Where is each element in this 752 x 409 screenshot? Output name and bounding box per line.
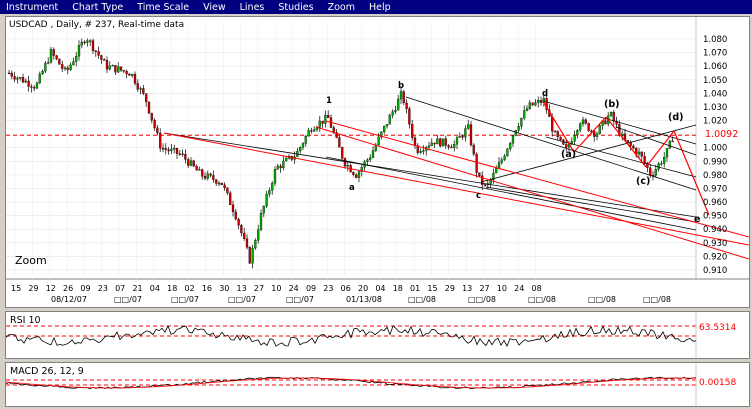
x-day-tick-label: 12 bbox=[46, 284, 56, 293]
x-month-tick-label: □□/08 bbox=[643, 295, 671, 304]
x-day-tick-label: 04 bbox=[375, 284, 385, 293]
x-month-tick-label: □□/08 bbox=[528, 295, 556, 304]
rsi-label: RSI 10 bbox=[10, 315, 41, 326]
rsi-value: 63.5314 bbox=[699, 323, 736, 333]
x-day-tick-label: 15 bbox=[11, 284, 21, 293]
menu-time-scale[interactable]: Time Scale bbox=[131, 2, 197, 13]
x-day-tick-label: 09 bbox=[306, 284, 316, 293]
x-day-tick-label: 18 bbox=[393, 284, 403, 293]
x-day-tick-label: 02 bbox=[185, 284, 195, 293]
x-month-tick-label: □□/08 bbox=[588, 295, 616, 304]
y-tick-label: 1.020 bbox=[703, 117, 727, 127]
y-tick-label: 1.000 bbox=[703, 144, 727, 154]
current-value-label: 1.0092 bbox=[705, 129, 738, 140]
x-day-tick-label: 13 bbox=[462, 284, 472, 293]
chart-title: USDCAD , Daily, # 237, Real-time data bbox=[9, 20, 184, 30]
y-tick-label: 1.070 bbox=[703, 49, 727, 59]
x-day-tick-label: 04 bbox=[150, 284, 160, 293]
wave-label: d bbox=[542, 89, 548, 99]
x-day-tick-label: 07 bbox=[115, 284, 125, 293]
x-day-tick-label: 16 bbox=[202, 284, 212, 293]
menu-zoom[interactable]: Zoom bbox=[322, 2, 363, 13]
x-day-tick-label: 30 bbox=[219, 284, 229, 293]
x-day-tick-label: 06 bbox=[341, 284, 351, 293]
wave-label: (b) bbox=[604, 99, 619, 110]
wave-label: (d) bbox=[668, 112, 683, 123]
x-month-tick-label: □□/08 bbox=[468, 295, 496, 304]
rsi-chart[interactable]: RSI 10 63.5314 bbox=[6, 312, 749, 358]
zoom-label[interactable]: Zoom bbox=[15, 254, 47, 267]
y-tick-label: 0.960 bbox=[703, 198, 727, 208]
x-month-tick-label: 08/12/07 bbox=[51, 295, 87, 304]
x-day-tick-label: 18 bbox=[167, 284, 177, 293]
macd-panel[interactable]: MACD 26, 12, 9 0.00158 bbox=[5, 362, 750, 407]
menu-instrument[interactable]: Instrument bbox=[0, 2, 66, 13]
x-day-tick-label: 29 bbox=[445, 284, 455, 293]
menu-lines[interactable]: Lines bbox=[234, 2, 273, 13]
x-month-tick-label: □□/07 bbox=[114, 295, 142, 304]
y-tick-label: 0.970 bbox=[703, 184, 727, 194]
x-day-tick-label: 24 bbox=[514, 284, 524, 293]
wave-label: 1 bbox=[326, 96, 332, 106]
x-day-tick-label: 13 bbox=[237, 284, 247, 293]
x-day-tick-label: 26 bbox=[63, 284, 73, 293]
menu-bar: Instrument Chart Type Time Scale View Li… bbox=[0, 0, 752, 14]
menu-chart-type[interactable]: Chart Type bbox=[66, 2, 131, 13]
wave-label: e bbox=[694, 214, 700, 225]
rsi-panel[interactable]: RSI 10 63.5314 bbox=[5, 311, 750, 359]
x-day-tick-label: 15 bbox=[427, 284, 437, 293]
x-month-tick-label: □□/07 bbox=[286, 295, 314, 304]
wave-label: b bbox=[398, 81, 404, 91]
menu-view[interactable]: View bbox=[197, 2, 234, 13]
price-chart-panel[interactable]: USDCAD , Daily, # 237, Real-time data Zo… bbox=[5, 16, 750, 308]
y-tick-label: 1.040 bbox=[703, 89, 727, 99]
y-tick-label: 0.910 bbox=[703, 266, 727, 276]
x-day-tick-label: 01 bbox=[410, 284, 420, 293]
macd-chart[interactable]: MACD 26, 12, 9 0.00158 bbox=[6, 363, 749, 406]
y-tick-label: 1.050 bbox=[703, 76, 727, 86]
wave-label: (a) bbox=[561, 149, 576, 160]
x-month-tick-label: 01/13/08 bbox=[346, 295, 382, 304]
wave-label: (c) bbox=[636, 176, 650, 187]
x-month-tick-label: □□/08 bbox=[408, 295, 436, 304]
x-day-tick-label: 08 bbox=[532, 284, 542, 293]
x-month-tick-label: □□/07 bbox=[171, 295, 199, 304]
y-tick-label: 0.930 bbox=[703, 239, 727, 249]
y-tick-label: 0.980 bbox=[703, 171, 727, 181]
macd-value: 0.00158 bbox=[699, 378, 736, 388]
x-day-tick-label: 29 bbox=[28, 284, 38, 293]
wave-label: c bbox=[476, 191, 481, 201]
x-day-tick-label: 27 bbox=[479, 284, 489, 293]
x-day-tick-label: 10 bbox=[271, 284, 281, 293]
x-day-tick-label: 21 bbox=[132, 284, 142, 293]
y-tick-label: 0.940 bbox=[703, 225, 727, 235]
x-day-tick-label: 09 bbox=[80, 284, 90, 293]
x-day-tick-label: 27 bbox=[254, 284, 264, 293]
y-tick-label: 1.080 bbox=[703, 35, 727, 45]
y-tick-label: 0.950 bbox=[703, 212, 727, 222]
x-day-tick-label: 23 bbox=[323, 284, 333, 293]
x-day-tick-label: 23 bbox=[98, 284, 108, 293]
macd-label: MACD 26, 12, 9 bbox=[10, 366, 84, 377]
menu-studies[interactable]: Studies bbox=[272, 2, 321, 13]
menu-help[interactable]: Help bbox=[363, 2, 399, 13]
y-tick-label: 1.030 bbox=[703, 103, 727, 113]
current-value-marker: 1.0092 bbox=[702, 128, 749, 140]
x-day-tick-label: 20 bbox=[358, 284, 368, 293]
wave-label: a bbox=[349, 183, 355, 193]
price-chart[interactable]: USDCAD , Daily, # 237, Real-time data Zo… bbox=[6, 17, 749, 307]
y-tick-label: 1.060 bbox=[703, 62, 727, 72]
y-tick-label: 0.920 bbox=[703, 252, 727, 262]
y-tick-label: 0.990 bbox=[703, 157, 727, 167]
x-day-tick-label: 10 bbox=[497, 284, 507, 293]
x-day-tick-label: 24 bbox=[289, 284, 299, 293]
x-month-tick-label: □□/07 bbox=[228, 295, 256, 304]
